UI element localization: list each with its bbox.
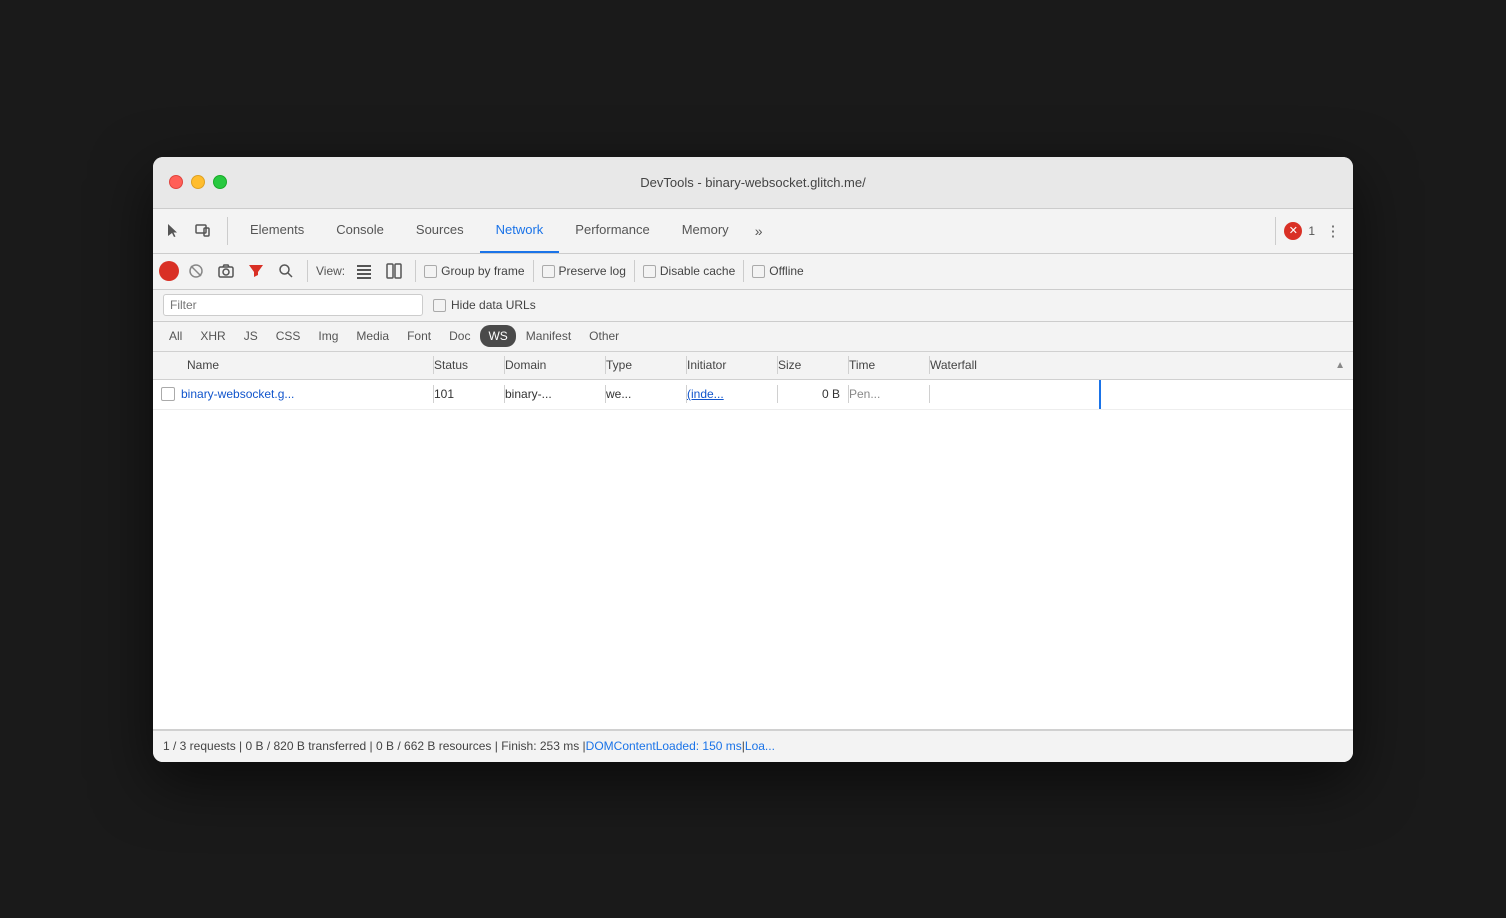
filter-input[interactable] <box>170 298 416 312</box>
preserve-log-label[interactable]: Preserve log <box>542 264 626 278</box>
dom-content-loaded-link[interactable]: DOMContentLoaded: 150 ms <box>586 739 742 753</box>
sort-arrow-icon: ▲ <box>1335 360 1345 371</box>
group-by-frame-checkbox[interactable] <box>424 265 437 278</box>
close-button[interactable] <box>169 175 183 189</box>
toolbar-divider-1 <box>307 260 308 282</box>
tab-overflow-button[interactable]: » <box>745 217 773 245</box>
tab-elements[interactable]: Elements <box>234 208 320 253</box>
col-header-status[interactable]: Status <box>434 358 504 372</box>
cursor-icon[interactable] <box>159 217 187 245</box>
minimize-button[interactable] <box>191 175 205 189</box>
disable-cache-checkbox[interactable] <box>643 265 656 278</box>
type-filter-xhr[interactable]: XHR <box>192 325 233 347</box>
type-filter-img[interactable]: Img <box>310 325 346 347</box>
camera-icon[interactable] <box>213 258 239 284</box>
offline-checkbox[interactable] <box>752 265 765 278</box>
waterfall-line <box>1099 380 1101 409</box>
type-filter-manifest[interactable]: Manifest <box>518 325 579 347</box>
traffic-lights <box>169 175 227 189</box>
network-table: Name Status Domain Type Initiator Size <box>153 352 1353 730</box>
hide-data-urls-label[interactable]: Hide data URLs <box>433 298 536 312</box>
filter-icon[interactable] <box>243 258 269 284</box>
status-text: 1 / 3 requests | 0 B / 820 B transferred… <box>163 739 586 753</box>
devtools-window: DevTools - binary-websocket.glitch.me/ E… <box>153 157 1353 762</box>
row-waterfall-cell <box>930 380 1353 409</box>
tab-memory[interactable]: Memory <box>666 208 745 253</box>
view-label: View: <box>316 264 345 278</box>
split-view-icon[interactable] <box>381 258 407 284</box>
row-initiator-link[interactable]: (inde... <box>687 387 724 401</box>
toolbar-divider-5 <box>743 260 744 282</box>
tab-sources[interactable]: Sources <box>400 208 480 253</box>
window-title: DevTools - binary-websocket.glitch.me/ <box>640 175 865 190</box>
toolbar-divider-3 <box>533 260 534 282</box>
status-bar: 1 / 3 requests | 0 B / 820 B transferred… <box>153 730 1353 762</box>
hide-data-urls-checkbox[interactable] <box>433 299 446 312</box>
type-filter-row: All XHR JS CSS Img Media Font Doc WS Man… <box>153 322 1353 352</box>
toolbar-divider-4 <box>634 260 635 282</box>
table-row[interactable]: binary-websocket.g... 101 binary-... we.… <box>153 380 1353 410</box>
row-type-cell: we... <box>606 387 686 401</box>
waterfall-bar <box>930 380 1353 409</box>
col-header-initiator[interactable]: Initiator <box>687 358 777 372</box>
row-status-cell: 101 <box>434 387 504 401</box>
title-bar: DevTools - binary-websocket.glitch.me/ <box>153 157 1353 209</box>
row-domain-cell: binary-... <box>505 387 605 401</box>
more-options-button[interactable]: ⋮ <box>1319 217 1347 245</box>
network-toolbar: View: Group by frame Preserve log <box>153 254 1353 290</box>
toolbar-divider-2 <box>415 260 416 282</box>
col-header-time[interactable]: Time <box>849 358 929 372</box>
row-name-cell: binary-websocket.g... <box>153 387 433 401</box>
tab-console[interactable]: Console <box>320 208 400 253</box>
load-link[interactable]: Loa... <box>745 739 775 753</box>
type-filter-js[interactable]: JS <box>236 325 266 347</box>
row-name-text: binary-websocket.g... <box>181 387 294 401</box>
maximize-button[interactable] <box>213 175 227 189</box>
row-checkbox[interactable] <box>161 387 175 401</box>
inspect-device-icon[interactable] <box>189 217 217 245</box>
group-by-frame-label[interactable]: Group by frame <box>424 264 524 278</box>
type-filter-other[interactable]: Other <box>581 325 627 347</box>
type-filter-doc[interactable]: Doc <box>441 325 478 347</box>
tabs-area: Elements Console Sources Network Perform… <box>234 209 1275 253</box>
filter-row: Hide data URLs <box>153 290 1353 322</box>
col-header-type[interactable]: Type <box>606 358 686 372</box>
row-initiator-cell: (inde... <box>687 387 777 401</box>
disable-cache-label[interactable]: Disable cache <box>643 264 735 278</box>
table-empty-area <box>153 410 1353 730</box>
filter-input-wrap <box>163 294 423 316</box>
col-header-waterfall[interactable]: Waterfall ▲ <box>930 358 1353 372</box>
offline-label[interactable]: Offline <box>752 264 803 278</box>
type-filter-css[interactable]: CSS <box>268 325 309 347</box>
preserve-log-checkbox[interactable] <box>542 265 555 278</box>
search-icon[interactable] <box>273 258 299 284</box>
error-badge: ✕ <box>1284 222 1302 240</box>
table-header: Name Status Domain Type Initiator Size <box>153 352 1353 380</box>
row-time-cell: Pen... <box>849 387 929 401</box>
list-view-icon[interactable] <box>351 258 377 284</box>
col-header-domain[interactable]: Domain <box>505 358 605 372</box>
toolbar-right: ✕ 1 ⋮ <box>1275 217 1347 245</box>
tab-network[interactable]: Network <box>480 208 560 253</box>
toolbar-left-icons <box>159 217 228 245</box>
block-icon[interactable] <box>183 258 209 284</box>
type-filter-ws[interactable]: WS <box>480 325 515 347</box>
tab-performance[interactable]: Performance <box>559 208 665 253</box>
col-header-size[interactable]: Size <box>778 358 848 372</box>
record-button[interactable] <box>159 261 179 281</box>
row-size-cell: 0 B <box>778 387 848 401</box>
type-filter-all[interactable]: All <box>161 325 190 347</box>
type-filter-font[interactable]: Font <box>399 325 439 347</box>
error-count: 1 <box>1308 224 1315 238</box>
main-toolbar: Elements Console Sources Network Perform… <box>153 209 1353 254</box>
type-filter-media[interactable]: Media <box>348 325 397 347</box>
col-header-name[interactable]: Name <box>153 358 433 372</box>
